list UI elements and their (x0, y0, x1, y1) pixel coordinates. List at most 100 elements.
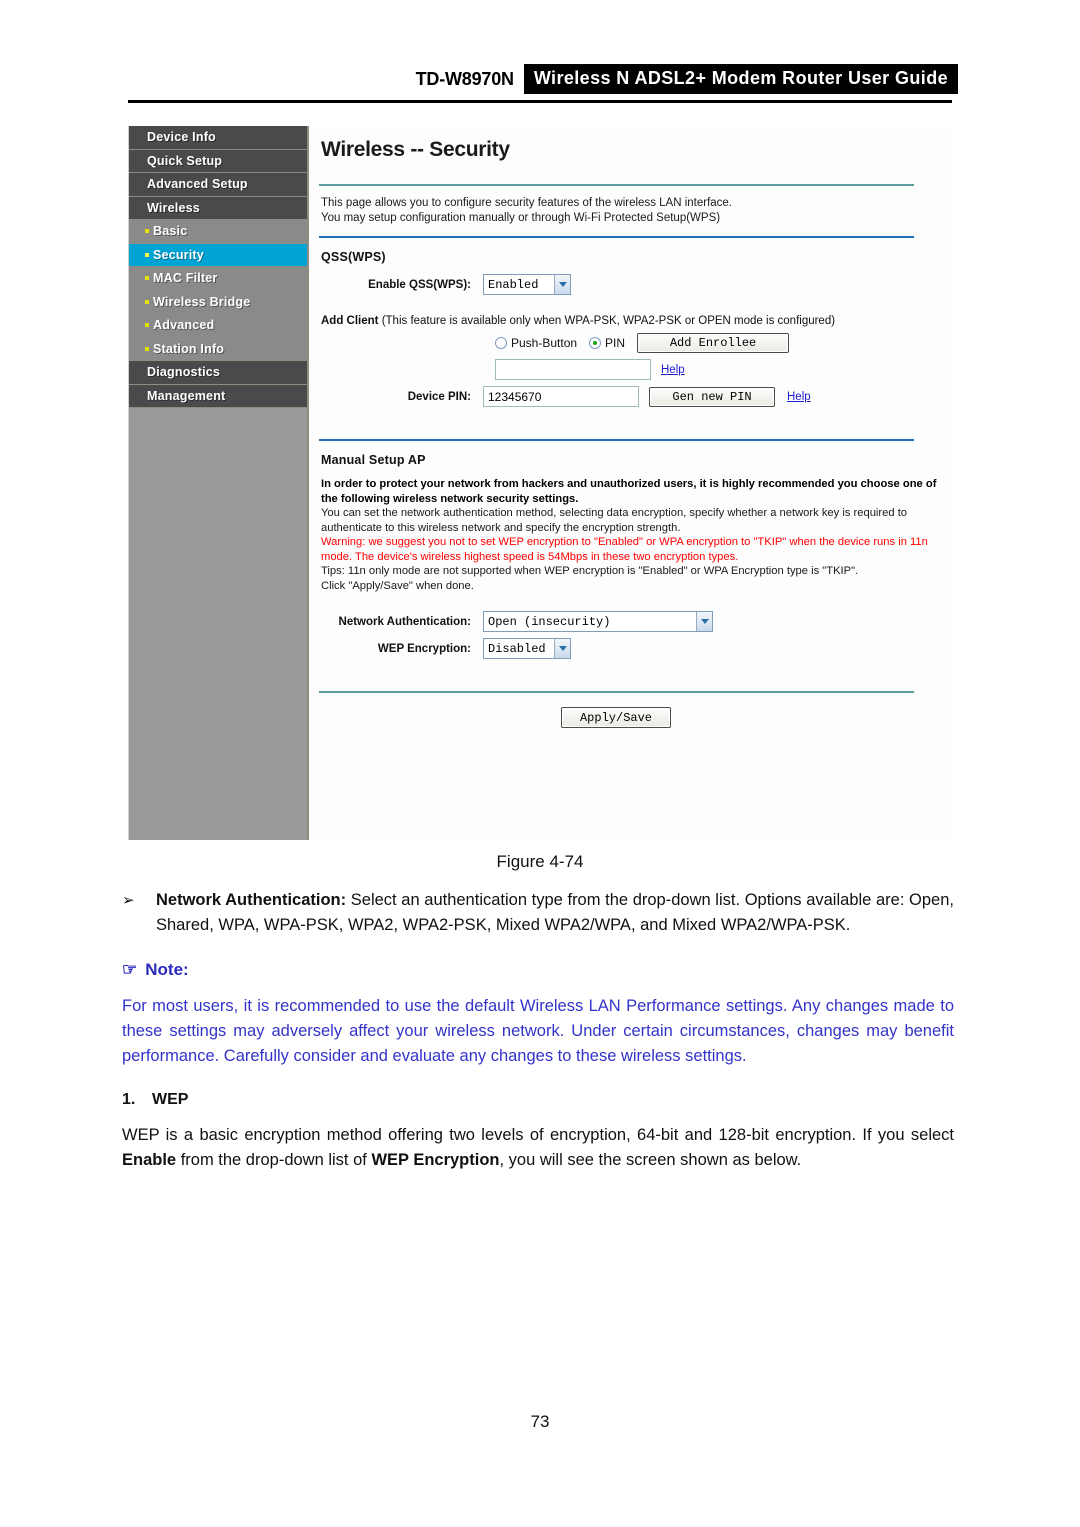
qss-heading: QSS(WPS) (321, 250, 386, 264)
bullet-icon (145, 252, 149, 257)
add-enrollee-button[interactable]: Add Enrollee (637, 333, 790, 353)
intro-line-1: This page allows you to configure securi… (321, 197, 733, 209)
enable-qss-select[interactable]: Enabled (483, 274, 571, 295)
section-body-bold-1: Enable (122, 1151, 177, 1169)
wep-encryption-label: WEP Encryption: (377, 642, 471, 655)
enable-qss-label: Enable QSS(WPS): (368, 278, 471, 291)
manual-setup-heading: Manual Setup AP (321, 453, 426, 467)
sidebar-item-label: Device Info (147, 130, 216, 145)
sidebar-item-wireless[interactable]: Wireless (129, 196, 307, 220)
pin-radio[interactable] (589, 337, 602, 349)
sidebar-item-advanced-setup[interactable]: Advanced Setup (129, 173, 307, 197)
sidebar-item-label: Basic (153, 224, 188, 239)
network-auth-select[interactable]: Open (insecurity) (483, 611, 713, 632)
section-title: WEP (152, 1091, 189, 1108)
sidebar-item-management[interactable]: Management (129, 384, 307, 408)
chevron-down-icon (554, 639, 570, 658)
note-body: For most users, it is recommended to use… (122, 997, 954, 1065)
chevron-down-icon (554, 275, 570, 294)
sidebar-item-label: MAC Filter (153, 271, 218, 286)
pin-label: PIN (605, 336, 626, 350)
manual-paragraph: Tips: 11n only mode are not supported wh… (321, 565, 859, 577)
note-heading: ☞ Note: (122, 960, 954, 980)
sidebar-item-basic[interactable]: Basic (129, 220, 307, 244)
sidebar-item-security[interactable]: Security (129, 243, 307, 267)
document-body: ➢ Network Authentication: Select an auth… (122, 888, 954, 1173)
sidebar-item-label: Management (147, 388, 226, 403)
bullet-network-authentication: ➢ Network Authentication: Select an auth… (122, 888, 954, 938)
header-rule (128, 100, 952, 103)
section-number: 1. (122, 1091, 136, 1108)
sidebar-item-quick-setup[interactable]: Quick Setup (129, 149, 307, 173)
figure-router-ui: Device Info Quick Setup Advanced Setup Wire… (128, 126, 952, 840)
sidebar-item-mac-filter[interactable]: MAC Filter (129, 267, 307, 291)
sidebar-item-advanced[interactable]: Advanced (129, 314, 307, 338)
wep-encryption-select[interactable]: Disabled (483, 638, 571, 659)
bullet-term: Network Authentication: (156, 891, 347, 909)
wep-encryption-value: Disabled (488, 641, 546, 656)
push-button-radio-wrap[interactable]: Push-Button (495, 336, 577, 350)
enable-qss-row: Enable QSS(WPS): Enabled (319, 274, 943, 295)
manual-setup-paragraphs: In order to protect your network from ha… (319, 477, 943, 593)
header-title: Wireless N ADSL2+ Modem Router User Guid… (523, 64, 958, 94)
section-body-part-2: from the drop-down list of (176, 1151, 372, 1169)
section-heading-wep: 1. WEP (122, 1091, 954, 1109)
device-pin-input[interactable]: 12345670 (483, 386, 639, 407)
document-header: TD-W8970N Wireless N ADSL2+ Modem Router… (128, 62, 958, 96)
chevron-down-icon (696, 612, 712, 631)
manual-paragraph: You can set the network authentication m… (321, 507, 908, 534)
network-auth-label: Network Authentication: (338, 615, 471, 628)
section-body-part-1: WEP is a basic encryption method offerin… (122, 1126, 954, 1144)
pointing-hand-icon: ☞ (122, 960, 138, 979)
wep-encryption-row: WEP Encryption: Disabled (319, 638, 943, 659)
sidebar-item-label: Wireless (147, 200, 200, 215)
pin-radio-wrap[interactable]: PIN (589, 336, 625, 350)
help-link-2[interactable]: Help (787, 391, 811, 403)
device-pin-label: Device PIN: (407, 390, 471, 403)
client-pin-input[interactable] (495, 359, 651, 380)
sidebar-item-station-info[interactable]: Station Info (129, 337, 307, 361)
manual-paragraph: Click "Apply/Save" when done. (321, 579, 474, 592)
section-body-bold-2: WEP Encryption (371, 1151, 500, 1169)
add-client-note: (This feature is available only when WPA… (378, 315, 836, 327)
bullet-text-wrap: Network Authentication: Select an authen… (156, 888, 954, 938)
sidebar-item-label: Advanced (153, 318, 215, 333)
figure-caption: Figure 4-74 (496, 852, 584, 871)
device-pin-row: Device PIN: 12345670 Gen new PIN Help (319, 386, 943, 407)
sidebar-item-wireless-bridge[interactable]: Wireless Bridge (129, 290, 307, 314)
bullet-icon (145, 323, 149, 328)
intro-line-2: You may setup configuration manually or … (321, 212, 721, 224)
section-body-part-3: , you will see the screen shown as below… (499, 1151, 802, 1169)
gen-new-pin-button[interactable]: Gen new PIN (649, 386, 775, 407)
manual-paragraph: In order to protect your network from ha… (321, 478, 937, 505)
manual-paragraph: Warning: we suggest you not to set WEP e… (321, 536, 928, 563)
arrow-bullet-icon: ➢ (122, 892, 135, 909)
sidebar-item-label: Security (153, 247, 204, 262)
sidebar-item-label: Station Info (153, 341, 225, 356)
bullet-icon (145, 276, 149, 281)
router-sidebar: Device Info Quick Setup Advanced Setup Wire… (129, 126, 309, 840)
push-button-radio[interactable] (495, 337, 507, 349)
bullet-icon (145, 229, 149, 234)
sidebar-item-label: Quick Setup (147, 153, 223, 168)
page-number: 73 (530, 1412, 550, 1431)
add-client-label: Add Client (321, 315, 379, 327)
bullet-icon (145, 346, 149, 351)
enable-qss-value: Enabled (488, 277, 539, 292)
sidebar-item-label: Advanced Setup (147, 177, 248, 192)
note-label: Note: (145, 960, 189, 979)
router-content-panel: Wireless -- Security This page allows yo… (319, 126, 952, 840)
sidebar-item-diagnostics[interactable]: Diagnostics (129, 361, 307, 385)
sidebar-item-label: Wireless Bridge (153, 294, 251, 309)
pin-input-row: Help (319, 359, 943, 380)
sidebar-item-device-info[interactable]: Device Info (129, 126, 307, 150)
add-client-mode-row: Push-Button PIN Add Enrollee (319, 333, 943, 353)
page-title: Wireless -- Security (321, 138, 510, 161)
network-auth-row: Network Authentication: Open (insecurity… (319, 611, 943, 632)
sidebar-item-label: Diagnostics (147, 365, 221, 380)
help-link-1[interactable]: Help (661, 364, 685, 376)
section-body-wep: WEP is a basic encryption method offerin… (122, 1123, 954, 1173)
intro-text: This page allows you to configure securi… (319, 186, 943, 236)
bullet-icon (145, 299, 149, 304)
apply-save-button[interactable]: Apply/Save (561, 707, 671, 728)
